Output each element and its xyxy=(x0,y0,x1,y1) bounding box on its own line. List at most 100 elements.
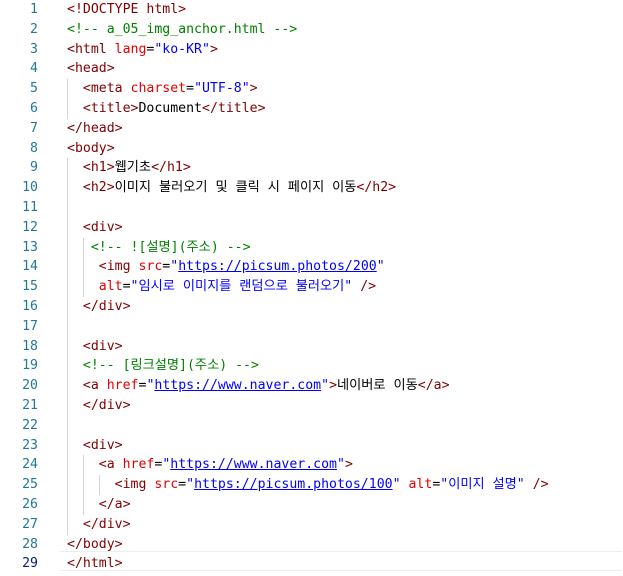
code-token-val: " xyxy=(392,477,401,493)
code-line[interactable]: <div> xyxy=(67,436,123,456)
code-token-txt: = xyxy=(178,477,187,493)
code-token-tag: </div> xyxy=(82,516,131,532)
line-number: 19 xyxy=(22,358,38,374)
code-line[interactable]: <title>Document</title> xyxy=(67,99,266,119)
line-number: 9 xyxy=(30,160,38,176)
code-token-tag: </a> xyxy=(98,497,131,512)
code-token-tag: </h1> xyxy=(151,160,191,176)
code-line[interactable]: alt="임시로 이미지를 랜덤으로 불러오기" /> xyxy=(67,277,376,297)
line-number: 22 xyxy=(22,417,38,433)
line-number: 12 xyxy=(22,219,38,235)
code-token-attr: alt xyxy=(408,477,433,493)
code-token-link[interactable]: https://www.naver.com xyxy=(154,378,321,393)
line-number: 3 xyxy=(30,41,38,57)
code-line[interactable]: <body> xyxy=(67,139,115,159)
code-line[interactable]: <!DOCTYPE html> xyxy=(67,0,186,20)
code-token-tag: <title> xyxy=(82,101,139,116)
line-number: 18 xyxy=(22,338,38,354)
code-token-tag: <meta xyxy=(82,81,131,97)
code-token-tag: <img xyxy=(98,259,139,275)
code-token-attr: lang xyxy=(114,41,147,57)
code-token-val: " xyxy=(321,378,330,394)
code-line[interactable]: </body> xyxy=(67,535,123,555)
code-token-tag: </title> xyxy=(202,101,266,116)
code-line[interactable]: <head> xyxy=(67,59,115,79)
code-token-attr: charset xyxy=(130,81,187,97)
code-line[interactable]: <!-- ![설명](주소) --> xyxy=(67,238,251,258)
code-line[interactable]: <img src="https://picsum.photos/200" xyxy=(67,257,385,277)
code-token-link[interactable]: https://picsum.photos/200 xyxy=(178,259,377,274)
code-line[interactable]: </head> xyxy=(67,119,123,139)
code-token-val: " xyxy=(170,259,179,275)
code-line[interactable]: <!-- [링크설명](주소) --> xyxy=(67,356,259,376)
code-token-link[interactable]: https://www.naver.com xyxy=(170,457,337,472)
line-number: 4 xyxy=(30,61,38,77)
code-token-attr: src xyxy=(138,259,163,275)
code-token-link[interactable]: https://picsum.photos/100 xyxy=(194,477,393,492)
code-token-tag: /> xyxy=(360,279,377,295)
code-line[interactable]: <a href="https://www.naver.com">네이버로 이동<… xyxy=(67,376,450,396)
code-token-val: " xyxy=(337,457,345,473)
code-line[interactable]: <h1>웹기초</h1> xyxy=(67,158,191,178)
code-token-tag: <html xyxy=(67,41,115,57)
code-token-tag: <h1> xyxy=(82,160,115,176)
code-token-tag: </body> xyxy=(67,536,123,552)
line-number: 24 xyxy=(22,457,38,473)
code-token-tag: <h2> xyxy=(82,180,115,196)
code-line[interactable]: <a href="https://www.naver.com"> xyxy=(67,455,353,475)
code-line[interactable]: <h2>이미지 불러오기 및 클릭 시 페이지 이동</h2> xyxy=(67,178,396,198)
line-number-gutter: 1 2 3 4 5 6 7 8 9 10 11 12 13 14 15 16 17 18 19 20 21 22 23 24 2… xyxy=(0,0,48,576)
code-line[interactable]: </div> xyxy=(67,515,131,535)
code-token-val: "UTF-8" xyxy=(194,81,250,97)
line-number: 11 xyxy=(22,200,38,215)
code-line[interactable]: <div> xyxy=(67,337,123,357)
code-token-txt: = xyxy=(122,279,131,295)
code-editor[interactable]: 1 2 3 4 5 6 7 8 9 10 11 12 13 14 15 16 17 18 19 20 21 22 23 24 2… xyxy=(0,0,623,576)
code-token-tag: > xyxy=(344,457,353,473)
current-line-highlight xyxy=(60,551,622,571)
code-token-tag: </a> xyxy=(417,378,450,394)
code-token-tag: <a xyxy=(82,378,107,394)
line-number: 23 xyxy=(22,437,38,453)
code-line[interactable]: <html lang="ko-KR"> xyxy=(67,40,218,60)
line-number: 13 xyxy=(22,239,38,255)
code-line[interactable]: <div> xyxy=(67,218,123,238)
code-token-tag: <head> xyxy=(67,61,115,77)
line-number: 10 xyxy=(22,180,38,196)
line-number: 27 xyxy=(22,516,38,532)
code-line[interactable]: </html> xyxy=(67,554,123,574)
code-token-tag: > xyxy=(249,81,258,97)
code-token-txt: = xyxy=(186,81,195,97)
line-number: 2 xyxy=(30,21,38,37)
code-token-txt: Document xyxy=(138,101,202,116)
code-token-txt: 웹기초 xyxy=(114,160,152,176)
code-token-tag: > xyxy=(209,41,218,57)
line-number: 21 xyxy=(22,398,38,413)
code-token-tag: </div> xyxy=(82,398,131,413)
code-line[interactable]: </div> xyxy=(67,297,131,317)
code-line[interactable]: </div> xyxy=(67,396,131,416)
line-number: 16 xyxy=(22,299,38,314)
code-line[interactable]: <img src="https://picsum.photos/100" alt… xyxy=(67,475,549,495)
code-token-tag: <div> xyxy=(82,338,123,354)
code-line[interactable]: </a> xyxy=(67,495,131,515)
code-line[interactable]: <meta charset="UTF-8"> xyxy=(67,79,258,99)
line-number: 7 xyxy=(30,120,38,136)
code-token-tag: <img xyxy=(114,477,155,493)
line-number: 17 xyxy=(22,318,38,334)
line-number: 8 xyxy=(30,140,38,156)
code-line[interactable]: <!-- a_05_img_anchor.html --> xyxy=(67,20,297,40)
code-token-tag: > xyxy=(329,378,338,394)
